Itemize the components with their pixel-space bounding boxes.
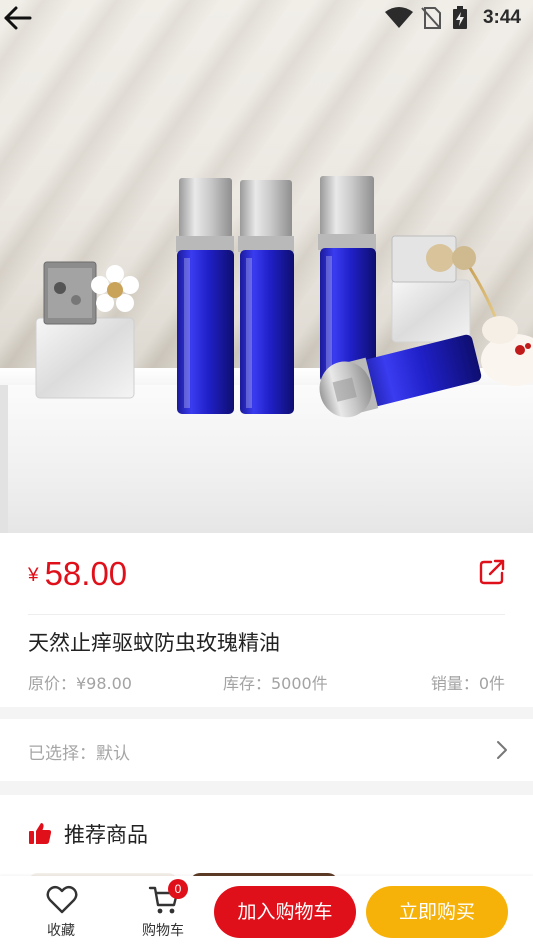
share-button[interactable] [477, 557, 507, 587]
cart-button[interactable]: 0 购物车 [128, 876, 198, 947]
battery-charging-icon [453, 6, 467, 29]
buy-now-button[interactable]: 立即购买 [366, 886, 508, 938]
no-sim-icon [421, 7, 441, 29]
roller-bottle-1 [176, 178, 234, 414]
thumbs-up-icon [29, 823, 52, 844]
add-to-cart-button[interactable]: 加入购物车 [214, 886, 356, 938]
currency-symbol: ¥ [28, 565, 39, 586]
recommend-heading: 推荐商品 [64, 823, 148, 847]
arrow-left-icon [4, 6, 32, 30]
product-image[interactable]: 3:44 [0, 0, 533, 533]
product-price: ¥58.00 [28, 555, 127, 593]
bottom-action-bar: 收藏 0 购物车 加入购物车 立即购买 [0, 876, 533, 947]
product-title: 天然止痒驱蚊防虫玫瑰精油 [28, 631, 280, 655]
wifi-icon [385, 7, 413, 28]
decor-perfume-left [35, 261, 139, 399]
back-button[interactable] [0, 0, 36, 36]
chevron-right-icon [497, 741, 507, 759]
share-icon [479, 559, 505, 585]
favorite-label: 收藏 [47, 923, 75, 939]
cart-label: 购物车 [142, 923, 184, 939]
price-amount: 58.00 [44, 555, 128, 592]
original-price: 原价：¥98.00 [28, 674, 132, 693]
product-info-card: ¥58.00 天然止痒驱蚊防虫玫瑰精油 原价：¥98.00 库存：5000件 销… [0, 533, 533, 707]
cart-count-badge: 0 [168, 879, 188, 899]
roller-bottle-2 [238, 180, 294, 414]
stock-count: 库存：5000件 [223, 674, 328, 693]
heart-icon [46, 885, 78, 914]
divider [28, 614, 505, 615]
sales-count: 销量：0件 [430, 674, 505, 693]
status-time: 3:44 [482, 7, 521, 28]
favorite-button[interactable]: 收藏 [26, 876, 96, 947]
spec-selection-row[interactable]: 已选择：默认 [0, 719, 533, 781]
product-detail-page: 3:44 ¥58.00 天然止痒驱蚊防虫玫瑰精油 原价：¥98.00 库存：50… [0, 0, 533, 947]
decor-flower [481, 316, 533, 386]
roller-bottle-3 [318, 176, 376, 382]
spec-selection-label: 已选择：默认 [28, 744, 130, 764]
product-illustration [35, 176, 533, 418]
status-bar: 3:44 [0, 0, 533, 36]
